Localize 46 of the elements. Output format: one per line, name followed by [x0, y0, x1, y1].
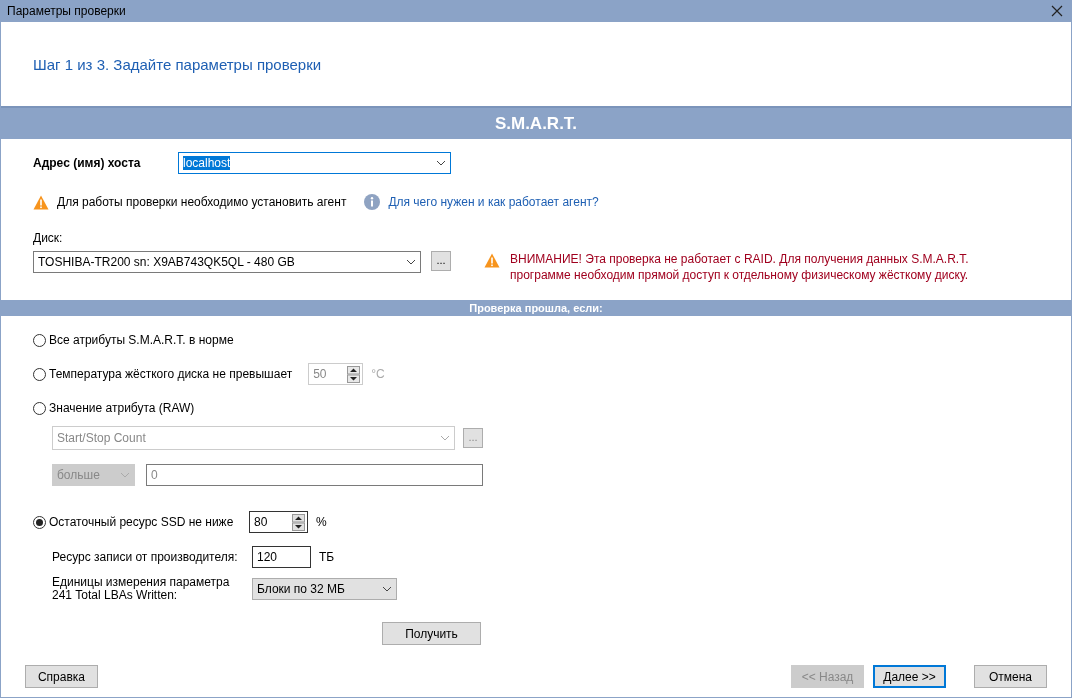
chevron-icon: [406, 259, 416, 265]
help-button[interactable]: Справка: [25, 665, 98, 688]
number-spinner[interactable]: 80: [249, 511, 308, 533]
disk-label: Диск:: [33, 231, 64, 245]
warning-icon: [33, 194, 49, 210]
warning-icon: [484, 253, 500, 268]
option-label: Значение атрибута (RAW): [49, 401, 195, 415]
units-dropdown[interactable]: Блоки по 32 МБ: [252, 578, 397, 600]
host-label: Адрес (имя) хоста: [33, 156, 142, 170]
spin-arrows-icon[interactable]: [347, 365, 361, 383]
unit-label: ТБ: [319, 550, 335, 564]
dialog-button[interactable]: Отмена: [974, 665, 1047, 688]
write-resource-field[interactable]: 120: [252, 546, 311, 568]
threshold-field[interactable]: 0: [146, 464, 483, 486]
warning-text: Для работы проверки необходимо установить агент: [57, 195, 347, 209]
fetch-button[interactable]: Получить: [382, 622, 481, 645]
unit-label: °C: [371, 367, 385, 381]
section-title: S.M.A.R.T.: [494, 113, 578, 134]
chevron-icon: [382, 586, 392, 592]
radio-button[interactable]: [33, 367, 46, 381]
criteria-header: Проверка прошла, если:: [469, 302, 603, 314]
window-title: Параметры проверки: [7, 4, 126, 18]
info-icon: [364, 194, 381, 210]
help-link[interactable]: Для чего нужен и как работает агент?: [388, 195, 599, 209]
number-spinner[interactable]: 50: [308, 363, 364, 385]
radio-button[interactable]: [33, 401, 46, 415]
raid-warning-text: ВНИМАНИЕ! Эта проверка не работает с RAID. Для получения данных S.M.A.R.T. программе необходим прямой доступ к отдельному физическому жёсткому диску.: [510, 251, 970, 283]
field-label: Единицы измерения параметра 241 Total LBAs Written:: [52, 576, 231, 602]
attribute-dropdown[interactable]: Start/Stop Count: [52, 426, 455, 450]
browse-button[interactable]: ...: [431, 251, 451, 271]
host-dropdown[interactable]: localhost: [178, 152, 451, 174]
spin-arrows-icon[interactable]: [292, 513, 305, 531]
option-label: Температура жёсткого диска не превышает: [49, 367, 293, 381]
close-icon[interactable]: [1051, 5, 1063, 17]
radio-button[interactable]: [33, 515, 46, 529]
unit-label: %: [316, 515, 327, 529]
chevron-icon: [436, 160, 446, 166]
chevron-icon: [120, 472, 130, 478]
radio-button[interactable]: [33, 333, 46, 347]
disk-dropdown[interactable]: TOSHIBA-TR200 sn: X9AB743QK5QL - 480 GB: [33, 251, 421, 273]
step-title: Шаг 1 из 3. Задайте параметры проверки: [33, 55, 322, 73]
dialog-button[interactable]: Далее >>: [873, 665, 946, 688]
option-label: Остаточный ресурс SSD не ниже: [49, 515, 235, 529]
field-label: Ресурс записи от производителя:: [52, 550, 239, 564]
option-label: Все атрибуты S.M.A.R.T. в норме: [49, 333, 234, 347]
chevron-icon: [440, 435, 450, 441]
